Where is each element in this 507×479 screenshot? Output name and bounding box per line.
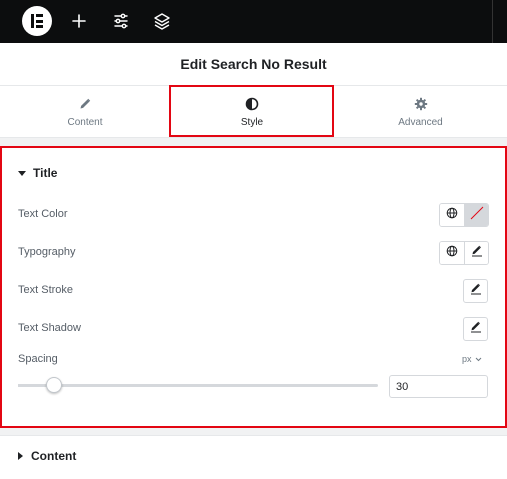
text-color-label: Text Color — [18, 208, 68, 220]
globe-icon — [446, 244, 458, 262]
text-color-control — [439, 203, 489, 227]
color-picker-button[interactable] — [464, 204, 488, 226]
tab-style[interactable]: Style — [170, 86, 334, 138]
layers-icon[interactable] — [152, 11, 172, 31]
caret-right-icon — [18, 452, 23, 460]
sliders-icon[interactable] — [111, 11, 131, 31]
spacing-label: Spacing — [18, 353, 58, 365]
section-content-toggle[interactable]: Content — [18, 449, 76, 463]
elementor-logo-icon[interactable] — [22, 6, 52, 36]
pencil-icon — [470, 282, 482, 300]
typography-control — [439, 241, 489, 265]
no-color-swatch-icon — [469, 205, 485, 226]
panel-header: Edit Search No Result — [0, 43, 507, 86]
text-shadow-edit-button[interactable] — [463, 317, 488, 341]
chevron-down-icon — [472, 354, 482, 364]
section-title-heading: Title — [33, 166, 58, 180]
pencil-icon — [470, 320, 482, 338]
editor-top-bar — [0, 0, 507, 43]
typography-label: Typography — [18, 246, 76, 258]
spacing-slider-track[interactable] — [18, 384, 378, 387]
tab-content-label: Content — [67, 116, 103, 128]
pencil-icon — [78, 97, 92, 111]
gear-icon — [414, 97, 428, 111]
section-divider — [0, 435, 507, 436]
spacing-unit-value: px — [462, 354, 472, 364]
section-title-toggle[interactable]: Title — [18, 166, 57, 180]
section-content-heading: Content — [31, 449, 77, 463]
spacing-number-input[interactable] — [389, 375, 488, 398]
pencil-icon — [471, 244, 483, 262]
text-stroke-label: Text Stroke — [18, 284, 74, 296]
panel-title: Edit Search No Result — [180, 56, 327, 72]
plus-icon[interactable] — [69, 11, 89, 31]
global-typography-button[interactable] — [440, 242, 464, 264]
globe-icon — [446, 206, 458, 224]
tab-advanced[interactable]: Advanced — [334, 86, 507, 138]
half-circle-icon — [245, 97, 259, 111]
typography-edit-button[interactable] — [464, 242, 488, 264]
spacing-unit-select[interactable]: px — [462, 354, 482, 364]
spacing-slider-handle[interactable] — [46, 377, 62, 393]
section-gap — [0, 428, 507, 435]
global-colors-button[interactable] — [440, 204, 464, 226]
tab-advanced-label: Advanced — [398, 116, 443, 128]
text-stroke-edit-button[interactable] — [463, 279, 488, 303]
panel-tabs: Content Style Advanced — [0, 86, 507, 138]
text-shadow-label: Text Shadow — [18, 322, 81, 334]
tab-content[interactable]: Content — [0, 86, 170, 138]
topbar-divider — [492, 0, 493, 43]
tab-style-label: Style — [240, 116, 264, 128]
caret-down-icon — [18, 170, 26, 176]
section-gap — [0, 138, 507, 146]
